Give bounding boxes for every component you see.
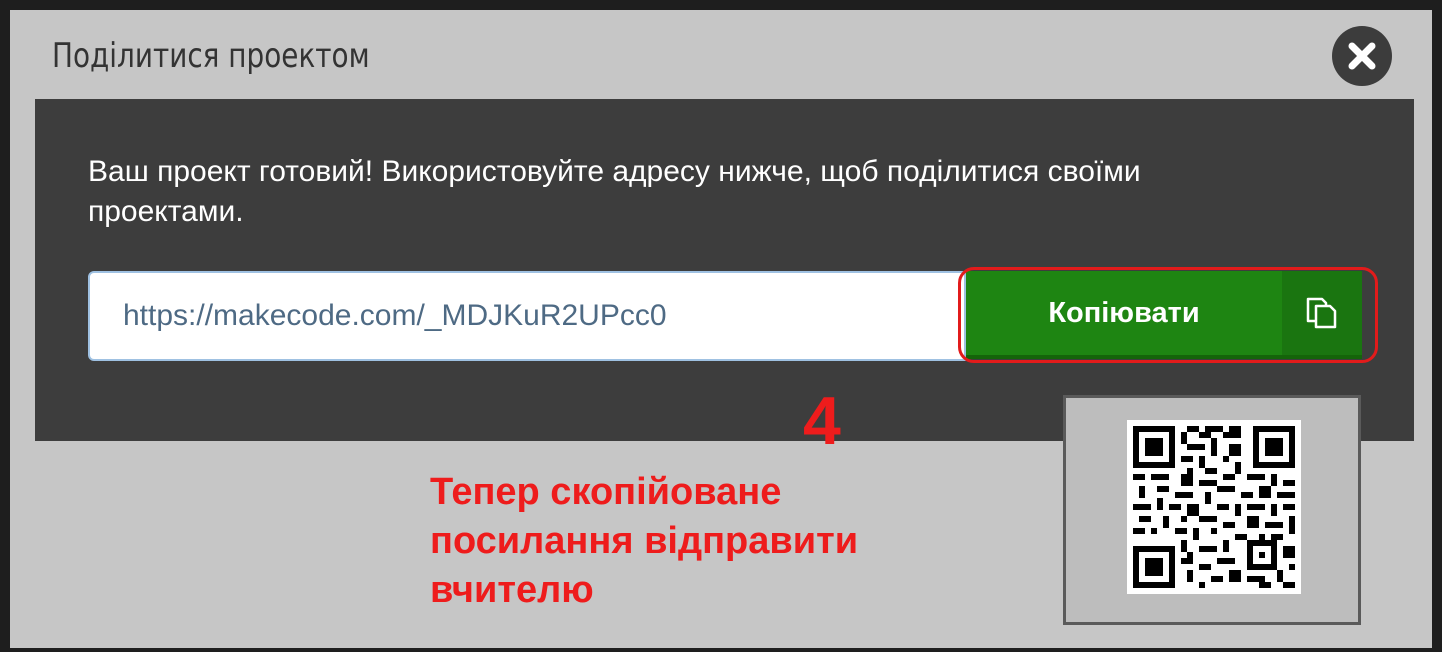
qr-code-panel (1063, 395, 1361, 625)
screen-frame: Поділитися проектом Ваш проект готовий! … (0, 0, 1442, 652)
copy-button-highlight (958, 267, 1378, 363)
annotation-text: Тепер скопійоване посилання відправити в… (430, 471, 859, 611)
share-dialog: Поділитися проектом Ваш проект готовий! … (10, 10, 1432, 648)
close-button[interactable] (1332, 26, 1392, 86)
qr-code-icon (1127, 420, 1301, 594)
share-message: Ваш проект готовий! Використовуйте адрес… (88, 155, 1141, 228)
step-number: 4 (803, 383, 841, 459)
close-icon (1348, 42, 1376, 70)
dialog-title: Поділитися проектом (52, 36, 370, 76)
share-url-input[interactable] (88, 271, 966, 361)
